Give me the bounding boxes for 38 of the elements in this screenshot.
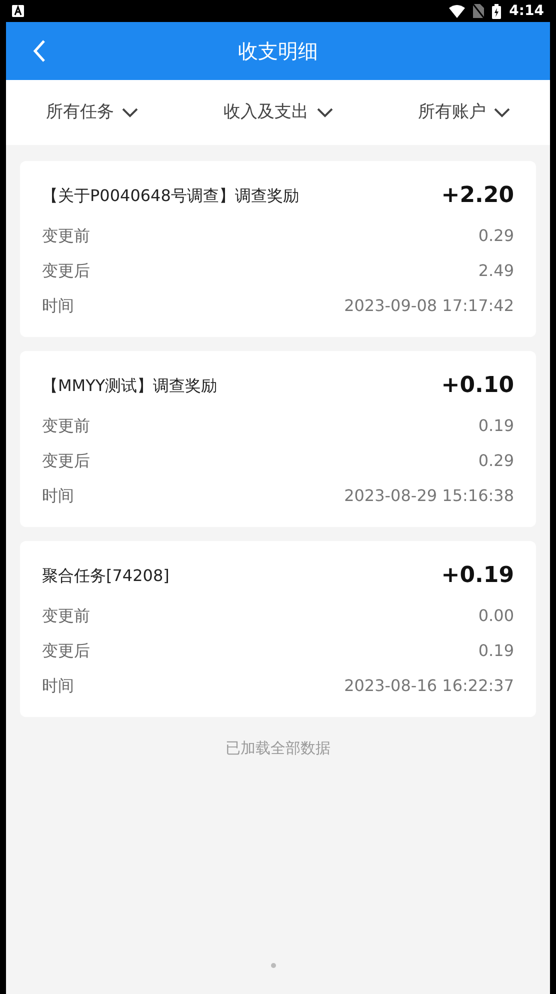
back-icon [32,39,46,63]
chevron-down-icon [122,108,138,118]
row-label: 变更前 [42,604,90,626]
row-value: 0.00 [478,604,514,626]
status-time: 4:14 [509,2,544,20]
row-label: 时间 [42,294,74,316]
row-value: 2023-08-16 16:22:37 [344,674,514,696]
chevron-down-icon [494,108,510,118]
row-value: 0.19 [478,640,514,662]
no-sim-icon [473,4,484,18]
record-amount: +0.10 [441,372,514,400]
record-title: 聚合任务[74208] [42,564,170,586]
page-title: 收支明细 [238,38,318,65]
row-label: 变更后 [42,640,90,662]
wifi-icon [449,4,466,18]
row-value: 0.29 [478,450,514,472]
row-label: 变更前 [42,414,90,436]
row-value: 2023-09-08 17:17:42 [344,294,514,316]
row-label: 变更后 [42,260,90,282]
row-label: 变更后 [42,450,90,472]
filter-dropdown[interactable]: 所有任务 [46,100,138,126]
chevron-down-icon [316,108,332,118]
notification-icon [12,5,24,17]
row-value: 0.19 [478,414,514,436]
record-amount: +2.20 [441,182,514,210]
battery-icon [492,4,502,18]
filter-dropdown[interactable]: 收入及支出 [224,100,332,126]
row-value: 0.29 [478,224,514,246]
record-title: 【关于P0040648号调查】调查奖励 [42,184,299,206]
record-title: 【MMYY测试】调查奖励 [42,374,218,396]
row-label: 变更前 [42,224,90,246]
row-label: 时间 [42,674,74,696]
filter-dropdown[interactable]: 所有账户 [418,100,510,126]
record-amount: +0.19 [441,562,514,590]
row-label: 时间 [42,484,74,506]
load-complete-text: 已加载全部数据 [226,738,330,759]
row-value: 2.49 [478,260,514,282]
row-value: 2023-08-29 15:16:38 [344,484,514,506]
